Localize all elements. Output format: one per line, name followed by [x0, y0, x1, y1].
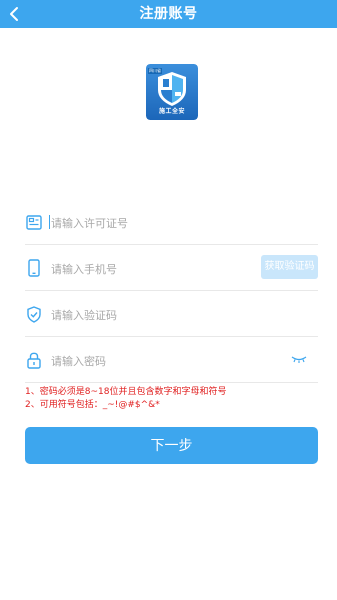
eye-closed-icon[interactable] — [290, 352, 308, 366]
rule-line: 1、密码必须是8~18位并且包含数字和字母和符号 — [25, 387, 227, 397]
lock-icon — [25, 350, 43, 370]
license-input[interactable] — [49, 210, 253, 236]
logo-badge: 四川省 — [148, 68, 162, 74]
password-row — [25, 338, 318, 383]
next-step-button[interactable]: 下一步 — [25, 427, 318, 464]
app-logo: 四川省 施工全安 — [146, 64, 198, 120]
text-cursor — [49, 215, 50, 229]
title-bar: 注册账号 — [0, 0, 337, 28]
phone-input[interactable] — [49, 256, 253, 282]
code-input[interactable] — [49, 302, 253, 328]
code-row — [25, 292, 318, 337]
get-code-button[interactable]: 获取验证码 — [261, 255, 318, 279]
shield-check-icon — [25, 304, 43, 324]
license-card-icon — [25, 212, 43, 232]
phone-icon — [25, 258, 43, 278]
password-rules: 1、密码必须是8~18位并且包含数字和字母和符号 2、可用符号包括：_~!@#$… — [25, 386, 226, 412]
license-row — [25, 200, 318, 245]
logo-text: 施工全安 — [158, 108, 185, 115]
page-title: 注册账号 — [139, 6, 198, 22]
phone-row: 获取验证码 — [25, 246, 318, 291]
password-input[interactable] — [49, 348, 253, 374]
rule-line: 2、可用符号包括：_~!@#$^&* — [25, 400, 160, 410]
